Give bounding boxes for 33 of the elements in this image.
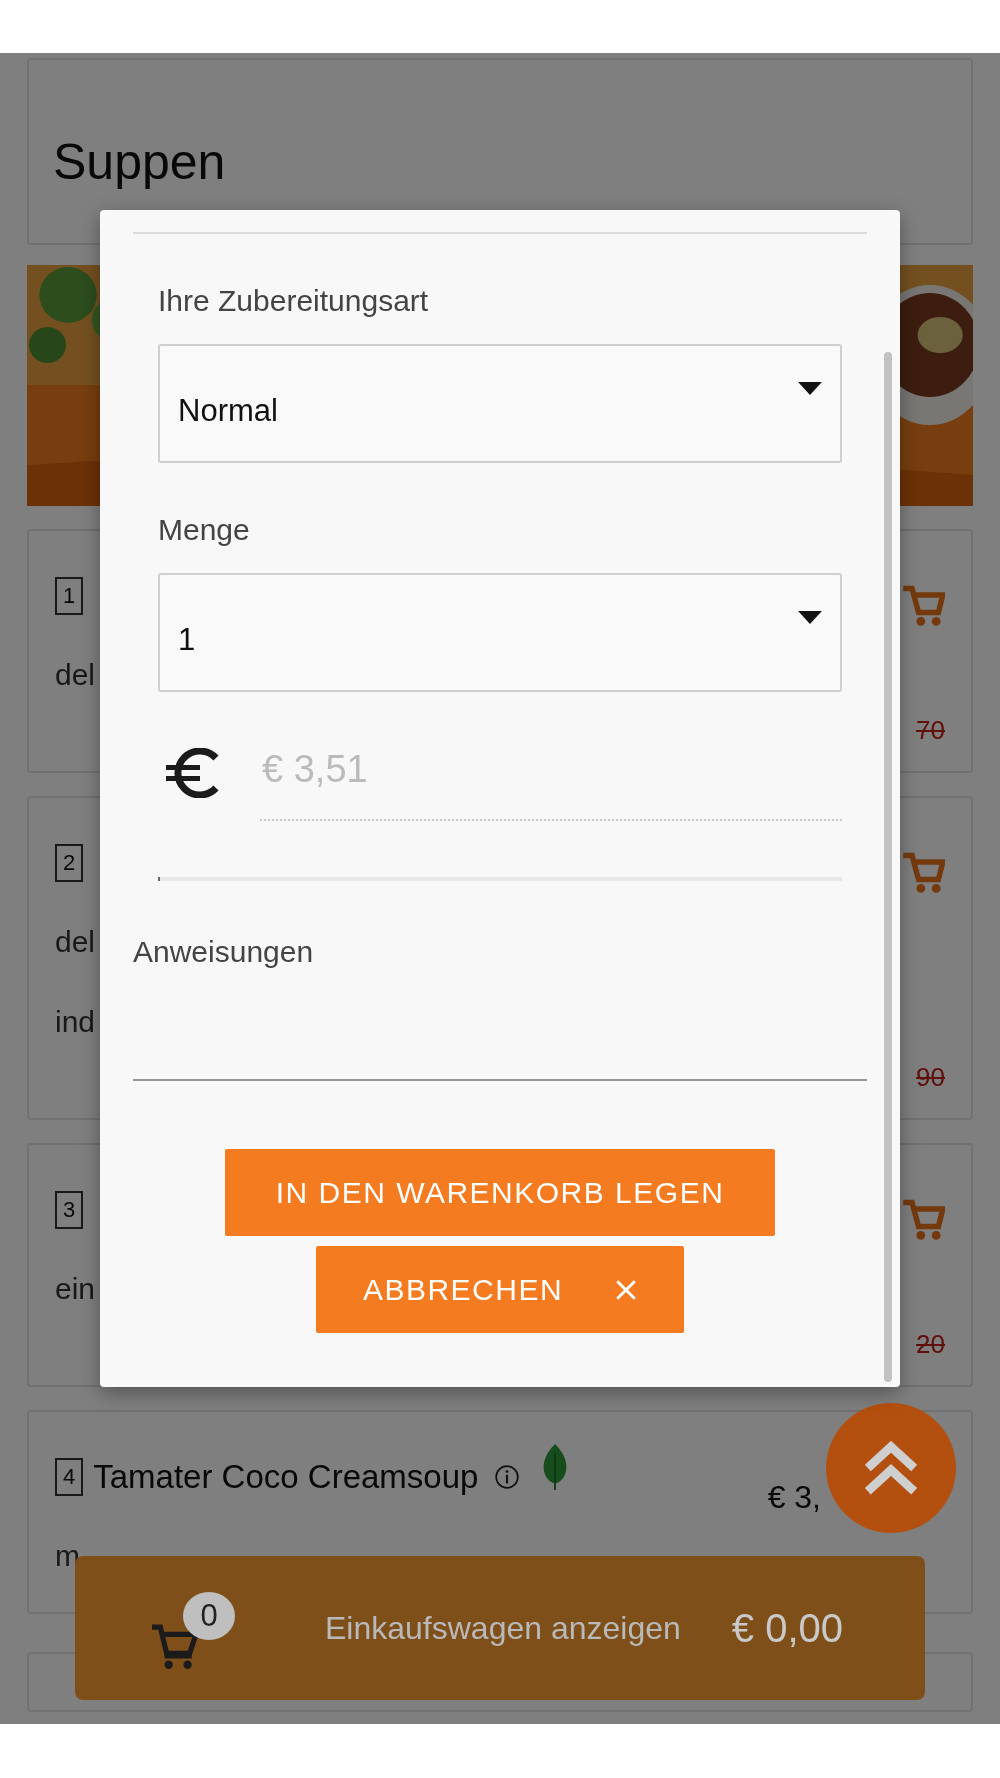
item-description: del	[55, 924, 96, 960]
item-description: ein	[55, 1271, 96, 1307]
section-title: Suppen	[53, 133, 226, 191]
cart-count-badge: 0	[183, 1592, 235, 1640]
double-chevron-up-icon	[862, 1439, 920, 1497]
instructions-label: Anweisungen	[133, 935, 315, 969]
item-price: € 3,	[767, 1478, 821, 1516]
caret-icon	[798, 611, 822, 624]
cart-icon[interactable]	[901, 851, 945, 895]
preparation-select[interactable]: Normal	[158, 344, 842, 463]
item-number: 2	[55, 844, 84, 882]
cart-icon	[152, 1624, 198, 1670]
scrollbar[interactable]	[884, 352, 892, 1382]
close-icon	[615, 1278, 638, 1301]
item-number: 4	[55, 1458, 84, 1496]
old-price: 90	[916, 1062, 945, 1094]
cart-label: Einkaufswagen anzeigen	[325, 1609, 681, 1647]
cart-icon[interactable]	[901, 584, 945, 628]
euro-icon	[166, 748, 220, 798]
info-icon[interactable]	[494, 1464, 521, 1490]
cart-icon[interactable]	[901, 1198, 945, 1242]
old-price: 20	[916, 1329, 945, 1361]
old-price: 70	[916, 715, 945, 747]
item-number: 1	[55, 577, 84, 615]
field-label: Ihre Zubereitungsart	[158, 284, 430, 319]
quantity-select[interactable]: 1	[158, 573, 842, 692]
item-name: Tamater Coco Creamsoup	[93, 1458, 479, 1496]
field-label: Menge	[158, 513, 251, 548]
cart-total: € 0,00	[731, 1605, 843, 1651]
caret-icon	[798, 382, 822, 395]
item-description: del	[55, 657, 96, 693]
item-description: ind	[55, 1004, 96, 1040]
item-number: 3	[55, 1191, 84, 1229]
